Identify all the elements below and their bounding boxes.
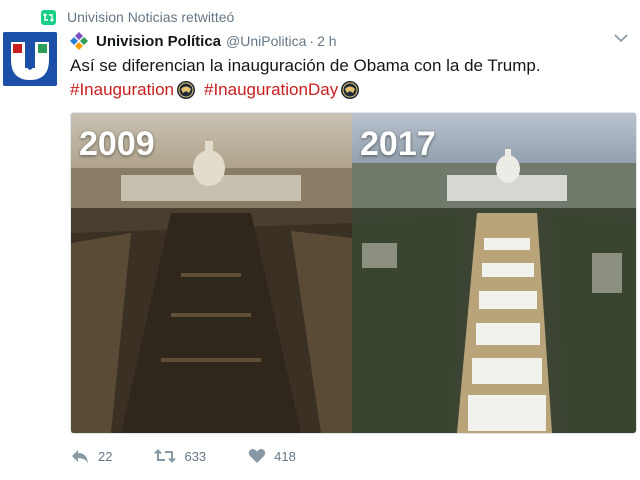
heart-icon — [248, 449, 266, 463]
tweet-timestamp[interactable]: 2 h — [317, 33, 336, 49]
reply-count: 22 — [98, 448, 113, 464]
tweet-header: Univision Política @UniPolitica · 2 h — [70, 30, 337, 52]
separator: · — [309, 33, 315, 49]
retweet-count: 633 — [184, 448, 207, 464]
author-name[interactable]: Univision Política — [96, 33, 221, 50]
author-handle[interactable]: @UniPolitica — [226, 33, 306, 49]
like-button[interactable]: 418 — [248, 448, 296, 464]
hashtag-inauguration-day[interactable]: #InaugurationDay — [204, 78, 338, 102]
avatar[interactable] — [3, 32, 57, 86]
hashtag-row: #Inauguration #InaugurationDay — [70, 78, 368, 102]
reply-icon — [72, 450, 88, 463]
retweet-icon — [41, 9, 56, 25]
retweet-context-text[interactable]: Univision Noticias retwitteó — [67, 9, 234, 25]
reply-button[interactable]: 22 — [70, 448, 112, 464]
chevron-down-icon[interactable] — [614, 30, 628, 43]
retweet-icon — [154, 449, 177, 463]
retweet-context: Univision Noticias retwitteó — [41, 8, 234, 26]
presidential-seal-icon — [176, 81, 195, 99]
presidential-seal-icon — [341, 81, 360, 99]
multicolor-logo-icon — [70, 32, 88, 50]
like-count: 418 — [274, 448, 296, 464]
retweet-button[interactable]: 633 — [154, 448, 206, 464]
inauguration-2009-photo: 2009 — [71, 113, 352, 433]
univision-logo-icon — [3, 32, 57, 86]
year-label-2009: 2009 — [79, 125, 155, 163]
tweet-media-image[interactable]: 2009 2017 — [70, 112, 637, 434]
year-label-2017: 2017 — [360, 125, 436, 163]
inauguration-2017-photo: 2017 — [352, 113, 636, 433]
hashtag-inauguration[interactable]: #Inauguration — [70, 78, 174, 102]
tweet-text: Así se diferencian la inauguración de Ob… — [70, 56, 541, 75]
tweet-actions: 22 633 418 — [70, 446, 338, 466]
